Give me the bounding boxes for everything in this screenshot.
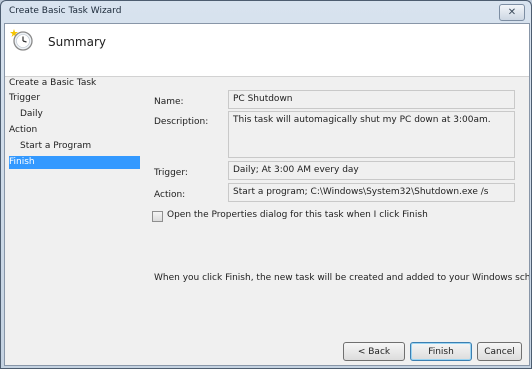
back-button-label: < Back bbox=[357, 346, 391, 357]
name-label: Name: bbox=[154, 97, 184, 107]
wizard-client-area: Summary Create a Basic Task Trigger Dail… bbox=[4, 23, 530, 366]
wizard-window: Create Basic Task Wizard ✕ Summary Creat… bbox=[0, 0, 532, 369]
wizard-steps-nav: Create a Basic Task Trigger Daily Action… bbox=[5, 77, 142, 365]
trigger-label: Trigger: bbox=[154, 168, 188, 178]
title-bar[interactable]: Create Basic Task Wizard ✕ bbox=[1, 1, 531, 23]
name-field[interactable]: PC Shutdown bbox=[228, 90, 515, 109]
close-button[interactable]: ✕ bbox=[499, 4, 525, 21]
page-title: Summary bbox=[48, 35, 106, 49]
window-title: Create Basic Task Wizard bbox=[9, 6, 122, 16]
nav-item-create-basic-task[interactable]: Create a Basic Task bbox=[9, 77, 140, 90]
close-icon: ✕ bbox=[507, 6, 517, 18]
finish-button-label: Finish bbox=[428, 346, 454, 357]
open-properties-checkbox[interactable] bbox=[152, 211, 163, 222]
action-field[interactable]: Start a program; C:\Windows\System32\Shu… bbox=[228, 183, 515, 202]
back-button[interactable]: < Back bbox=[343, 342, 405, 361]
trigger-value: Daily; At 3:00 AM every day bbox=[233, 165, 359, 175]
action-label: Action: bbox=[154, 190, 186, 200]
nav-item-finish[interactable]: Finish bbox=[9, 156, 140, 169]
task-clock-icon bbox=[10, 29, 33, 51]
description-label: Description: bbox=[154, 117, 209, 127]
cancel-button-label: Cancel bbox=[484, 346, 515, 357]
trigger-field[interactable]: Daily; At 3:00 AM every day bbox=[228, 161, 515, 180]
name-value: PC Shutdown bbox=[233, 94, 293, 104]
description-field[interactable]: This task will automagically shut my PC … bbox=[228, 111, 515, 158]
wizard-header: Summary bbox=[5, 24, 529, 77]
nav-item-start-a-program[interactable]: Start a Program bbox=[20, 140, 140, 153]
open-properties-label[interactable]: Open the Properties dialog for this task… bbox=[167, 210, 428, 220]
finish-button[interactable]: Finish bbox=[410, 342, 472, 361]
description-value: This task will automagically shut my PC … bbox=[233, 115, 491, 125]
cancel-button[interactable]: Cancel bbox=[477, 342, 522, 361]
nav-item-daily[interactable]: Daily bbox=[20, 108, 140, 121]
finish-info-text: When you click Finish, the new task will… bbox=[154, 273, 530, 283]
nav-item-trigger[interactable]: Trigger bbox=[9, 92, 140, 105]
nav-item-action[interactable]: Action bbox=[9, 124, 140, 137]
action-value: Start a program; C:\Windows\System32\Shu… bbox=[233, 187, 489, 197]
